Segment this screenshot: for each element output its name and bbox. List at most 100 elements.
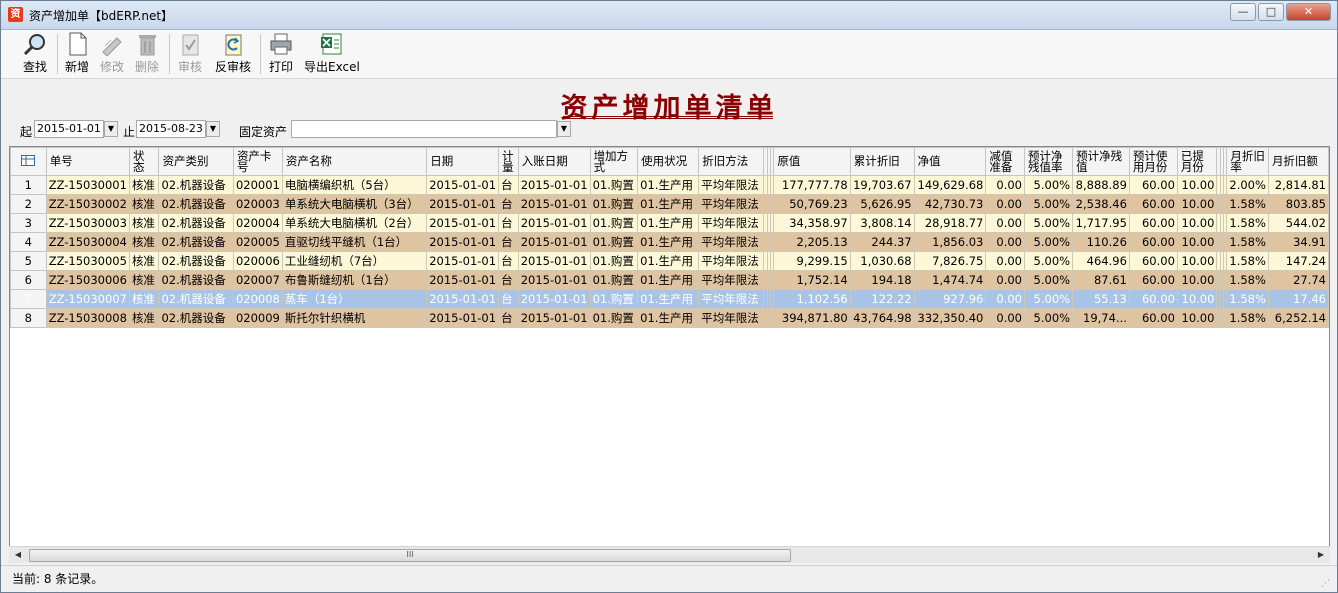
cell-net[interactable]: 1,856.03 [913, 232, 987, 252]
cell-unit[interactable]: 台 [498, 232, 519, 252]
cell-mamt[interactable]: 803.85 [1267, 194, 1329, 214]
col-mrate[interactable]: 月折旧率 [1226, 147, 1269, 176]
cell-post-date[interactable]: 2015-01-01 [517, 308, 591, 328]
cell-name[interactable]: 布鲁斯缝纫机（1台） [281, 270, 428, 290]
cell-use-status[interactable]: 01.生产用 [637, 308, 700, 328]
cell-idx[interactable]: 4 [10, 232, 47, 252]
asset-grid[interactable]: 单号 状态 资产类别 资产卡号 资产名称 日期 计量 入账日期 增加方式 使用状… [9, 146, 1330, 563]
table-row[interactable]: 2 ZZ-15030002 核准 02.机器设备 020003 单系统大电脑横机（3台） 2… [10, 194, 1329, 214]
cell-idx[interactable]: 5 [10, 251, 47, 271]
cell-no[interactable]: ZZ-15030007 [45, 289, 130, 309]
cell-accum[interactable]: 5,626.95 [849, 194, 915, 214]
cell-months[interactable]: 60.00 [1128, 175, 1178, 195]
export-excel-button[interactable]: 导出Excel [304, 32, 360, 76]
cell-mrate[interactable]: 1.58% [1226, 289, 1269, 309]
cell-name[interactable]: 直驱切线平缝机（1台） [281, 232, 428, 252]
cell-used[interactable]: 10.00 [1176, 251, 1218, 271]
cell-used[interactable]: 10.00 [1176, 175, 1218, 195]
col-use-status[interactable]: 使用状况 [637, 147, 700, 176]
to-date-dropdown[interactable]: ▼ [206, 121, 220, 137]
cell-mamt[interactable]: 147.24 [1267, 251, 1329, 271]
minimize-button[interactable]: — [1230, 3, 1256, 21]
cell-months[interactable]: 60.00 [1128, 251, 1178, 271]
cell-use-status[interactable]: 01.生产用 [637, 289, 700, 309]
cell-status[interactable]: 核准 [128, 308, 160, 328]
cell-net[interactable]: 42,730.73 [913, 194, 987, 214]
cell-res-rate[interactable]: 5.00% [1023, 270, 1074, 290]
cell-name[interactable]: 工业缝纫机（7台） [281, 251, 428, 271]
cell-accum[interactable]: 244.37 [849, 232, 915, 252]
cell-status[interactable]: 核准 [128, 251, 160, 271]
cell-card[interactable]: 020003 [232, 194, 283, 214]
cell-card[interactable]: 020009 [232, 308, 283, 328]
cell-mrate[interactable]: 1.58% [1226, 308, 1269, 328]
cell-orig[interactable]: 2,205.13 [773, 232, 851, 252]
cell-res-val[interactable]: 2,538.46 [1072, 194, 1130, 214]
cell-mrate[interactable]: 2.00% [1226, 175, 1269, 195]
table-row[interactable]: 6 ZZ-15030006 核准 02.机器设备 020007 布鲁斯缝纫机（1台） 201… [10, 270, 1329, 290]
table-row[interactable]: 5 ZZ-15030005 核准 02.机器设备 020006 工业缝纫机（7台） 2015… [10, 251, 1329, 271]
cell-status[interactable]: 核准 [128, 213, 160, 233]
cell-use-status[interactable]: 01.生产用 [637, 232, 700, 252]
cell-category[interactable]: 02.机器设备 [158, 175, 234, 195]
cell-category[interactable]: 02.机器设备 [158, 270, 234, 290]
cell-used[interactable]: 10.00 [1176, 289, 1218, 309]
cell-mrate[interactable]: 1.58% [1226, 194, 1269, 214]
cell-use-status[interactable]: 01.生产用 [637, 175, 700, 195]
cell-name[interactable]: 蒸车（1台） [281, 289, 428, 309]
cell-no[interactable]: ZZ-15030002 [45, 194, 130, 214]
scroll-left-icon[interactable]: ◀ [12, 549, 24, 561]
cell-status[interactable]: 核准 [128, 175, 160, 195]
cell-post-date[interactable]: 2015-01-01 [517, 270, 591, 290]
cell-unit[interactable]: 台 [498, 175, 519, 195]
table-row[interactable]: 4 ZZ-15030004 核准 02.机器设备 020005 直驱切线平缝机（1台） 20… [10, 232, 1329, 252]
cell-category[interactable]: 02.机器设备 [158, 232, 234, 252]
cell-accum[interactable]: 19,703.67 [849, 175, 915, 195]
col-net[interactable]: 净值 [913, 147, 987, 176]
col-status[interactable]: 状态 [128, 147, 160, 176]
col-date[interactable]: 日期 [426, 147, 500, 176]
cell-depr-method[interactable]: 平均年限法 [698, 175, 765, 195]
cell-accum[interactable]: 122.22 [849, 289, 915, 309]
table-row[interactable]: 1 ZZ-15030001 核准 02.机器设备 020001 电脑横编织机（5台） 201… [10, 175, 1329, 195]
cell-card[interactable]: 020001 [232, 175, 283, 195]
cell-impair[interactable]: 0.00 [985, 289, 1025, 309]
cell-months[interactable]: 60.00 [1128, 289, 1178, 309]
col-res-rate[interactable]: 预计净残值率 [1023, 147, 1074, 176]
maximize-button[interactable]: □ [1258, 3, 1284, 21]
cell-no[interactable]: ZZ-15030001 [45, 175, 130, 195]
cell-net[interactable]: 1,474.74 [913, 270, 987, 290]
cell-depr-method[interactable]: 平均年限法 [698, 194, 765, 214]
cell-idx[interactable]: 7 [10, 289, 47, 309]
cell-orig[interactable]: 1,102.56 [773, 289, 851, 309]
cell-post-date[interactable]: 2015-01-01 [517, 251, 591, 271]
cell-category[interactable]: 02.机器设备 [158, 251, 234, 271]
cell-date[interactable]: 2015-01-01 [426, 308, 500, 328]
cell-res-rate[interactable]: 5.00% [1023, 213, 1074, 233]
cell-res-val[interactable]: 19,74... [1072, 308, 1130, 328]
cell-mrate[interactable]: 1.58% [1226, 270, 1269, 290]
cell-impair[interactable]: 0.00 [985, 251, 1025, 271]
cell-name[interactable]: 单系统大电脑横机（3台） [281, 194, 428, 214]
cell-mamt[interactable]: 17.46 [1267, 289, 1329, 309]
cell-use-status[interactable]: 01.生产用 [637, 213, 700, 233]
cell-res-rate[interactable]: 5.00% [1023, 194, 1074, 214]
cell-card[interactable]: 020008 [232, 289, 283, 309]
cell-date[interactable]: 2015-01-01 [426, 213, 500, 233]
cell-used[interactable]: 10.00 [1176, 270, 1218, 290]
print-button[interactable]: 打印 [266, 32, 296, 76]
resize-grip-icon[interactable]: ⋰ [1321, 579, 1333, 591]
cell-depr-method[interactable]: 平均年限法 [698, 251, 765, 271]
table-row[interactable]: 7 ZZ-15030007 核准 02.机器设备 020008 蒸车（1台） 2015-01… [10, 289, 1329, 309]
cell-impair[interactable]: 0.00 [985, 194, 1025, 214]
col-res-val[interactable]: 预计净残值 [1072, 147, 1130, 176]
cell-name[interactable]: 单系统大电脑横机（2台） [281, 213, 428, 233]
cell-no[interactable]: ZZ-15030003 [45, 213, 130, 233]
cell-unit[interactable]: 台 [498, 289, 519, 309]
cell-orig[interactable]: 50,769.23 [773, 194, 851, 214]
table-row[interactable]: 8 ZZ-15030008 核准 02.机器设备 020009 斯托尔针织横机 2015-0… [10, 308, 1329, 328]
col-post-date[interactable]: 入账日期 [517, 147, 591, 176]
new-button[interactable]: 新增 [62, 32, 92, 76]
cell-unit[interactable]: 台 [498, 213, 519, 233]
cell-months[interactable]: 60.00 [1128, 270, 1178, 290]
